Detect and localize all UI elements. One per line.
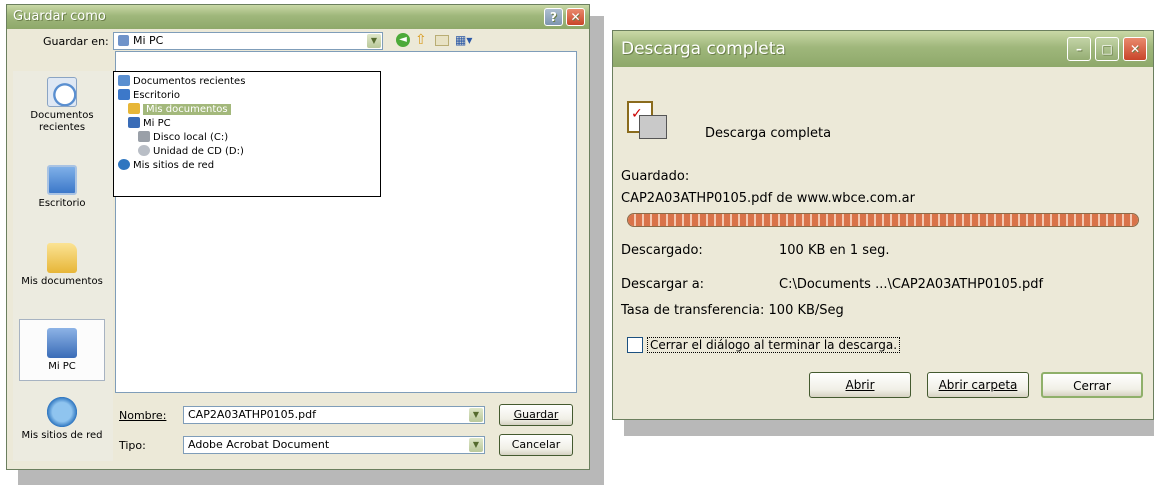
- close-when-done-label[interactable]: Cerrar el diálogo al terminar la descarg…: [647, 337, 901, 353]
- filename-field[interactable]: CAP2A03ATHP0105.pdf ▼: [183, 406, 485, 424]
- download-to-value: C:\Documents ...\CAP2A03ATHP0105.pdf: [779, 277, 1044, 292]
- place-network-places[interactable]: Mis sitios de red: [13, 397, 111, 455]
- local-disk-icon: [138, 131, 150, 142]
- place-desktop[interactable]: Escritorio: [13, 165, 111, 223]
- downloaded-label: Descargado:: [621, 243, 703, 258]
- place-my-documents[interactable]: Mis documentos: [13, 243, 111, 301]
- close-button[interactable]: ✕: [1123, 37, 1147, 61]
- close-button[interactable]: ✕: [566, 8, 585, 26]
- dropdown-item[interactable]: Escritorio: [118, 89, 180, 103]
- recent-documents-icon: [118, 75, 130, 86]
- save-in-dropdown-list[interactable]: Documentos recientes Escritorio Mis docu…: [113, 71, 381, 197]
- open-button[interactable]: Abrir: [809, 372, 911, 398]
- saved-label: Guardado:: [621, 169, 690, 184]
- download-complete-dialog: Descarga completa – □ ✕ ✓ Descarga compl…: [612, 30, 1154, 420]
- download-document-icon: ✓: [627, 101, 667, 141]
- title-bar: Guardar como ? ✕: [7, 5, 589, 29]
- save-button[interactable]: Guardar: [499, 404, 573, 426]
- filename-label: Nombre:: [119, 409, 167, 422]
- save-as-dialog: Guardar como ? ✕ Guardar en: Mi PC ▼ ◄ ⇧…: [6, 4, 590, 470]
- new-folder-icon[interactable]: [435, 35, 449, 46]
- dropdown-item[interactable]: Documentos recientes: [118, 75, 245, 89]
- place-label: Mis sitios de red: [21, 430, 103, 441]
- place-label: Mi PC: [48, 361, 76, 372]
- title-bar: Descarga completa – □ ✕: [613, 31, 1153, 67]
- chevron-down-icon[interactable]: ▼: [469, 408, 483, 422]
- my-computer-icon: [118, 35, 129, 46]
- cd-drive-icon: [138, 145, 150, 156]
- cancel-button[interactable]: Cancelar: [499, 434, 573, 456]
- close-dialog-button[interactable]: Cerrar: [1041, 372, 1143, 398]
- place-label: Documentos recientes: [30, 110, 94, 133]
- place-my-computer[interactable]: Mi PC: [19, 319, 105, 381]
- open-folder-button[interactable]: Abrir carpeta: [927, 372, 1029, 398]
- save-in-label: Guardar en:: [43, 35, 109, 48]
- my-computer-icon: [128, 117, 140, 128]
- save-in-combo[interactable]: Mi PC ▼: [113, 32, 383, 50]
- dropdown-item[interactable]: Unidad de CD (D:): [138, 145, 244, 159]
- download-to-label: Descargar a:: [621, 277, 705, 292]
- place-label: Escritorio: [38, 198, 86, 209]
- save-in-value: Mi PC: [133, 34, 164, 47]
- desktop-icon: [118, 89, 130, 100]
- chevron-down-icon[interactable]: ▼: [469, 438, 483, 452]
- dropdown-item[interactable]: Mis sitios de red: [118, 159, 214, 173]
- my-documents-icon: [47, 243, 77, 273]
- dropdown-item[interactable]: Mi PC: [128, 117, 171, 131]
- close-when-done-checkbox[interactable]: [627, 337, 643, 353]
- place-recent-documents[interactable]: Documentos recientes: [13, 77, 111, 149]
- dropdown-item-selected[interactable]: Mis documentos: [128, 103, 231, 117]
- downloaded-value: 100 KB en 1 seg.: [779, 243, 890, 258]
- views-icon[interactable]: ▦▾: [455, 33, 477, 47]
- network-places-icon: [47, 397, 77, 427]
- recent-documents-icon: [47, 77, 77, 107]
- minimize-button[interactable]: –: [1067, 37, 1091, 61]
- my-documents-icon: [128, 103, 140, 114]
- filetype-select[interactable]: Adobe Acrobat Document ▼: [183, 436, 485, 454]
- back-icon[interactable]: ◄: [396, 33, 410, 47]
- transfer-rate: Tasa de transferencia: 100 KB/Seg: [621, 303, 844, 318]
- saved-file: CAP2A03ATHP0105.pdf de www.wbce.com.ar: [621, 191, 915, 206]
- maximize-button[interactable]: □: [1095, 37, 1119, 61]
- chevron-down-icon[interactable]: ▼: [367, 34, 381, 48]
- dialog-title: Descarga completa: [621, 39, 786, 59]
- filetype-label: Tipo:: [119, 439, 146, 452]
- my-computer-icon: [47, 328, 77, 358]
- help-button[interactable]: ?: [544, 8, 563, 26]
- desktop-icon: [47, 165, 77, 195]
- progress-bar: [627, 213, 1139, 227]
- dropdown-item[interactable]: Disco local (C:): [138, 131, 228, 145]
- network-places-icon: [118, 159, 130, 170]
- dialog-title: Guardar como: [13, 9, 106, 24]
- place-label: Mis documentos: [21, 276, 103, 287]
- up-folder-icon[interactable]: ⇧: [415, 32, 429, 48]
- progress-fill: [628, 214, 1138, 226]
- heading: Descarga completa: [705, 126, 832, 141]
